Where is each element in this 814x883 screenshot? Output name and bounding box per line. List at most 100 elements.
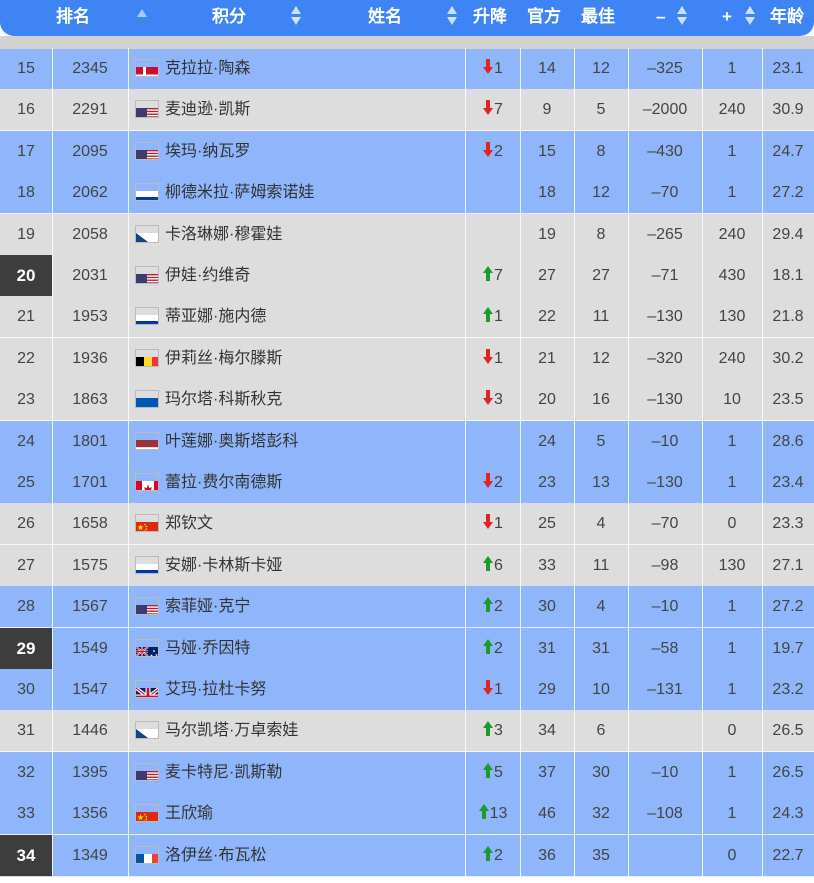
player-name[interactable]: 埃玛·纳瓦罗 <box>165 131 250 173</box>
player-name[interactable]: 麦卡特尼·凯斯勒 <box>165 752 282 794</box>
change-cell: 13 <box>466 793 520 835</box>
score-cell: 1395 <box>72 764 108 781</box>
canada-flag-icon <box>135 473 159 491</box>
name-cell[interactable]: 麦迪逊·凯斯 <box>128 89 464 131</box>
belgium-flag-icon <box>135 349 159 367</box>
player-name[interactable]: 马尔凯塔·万卓索娃 <box>165 710 298 752</box>
player-name[interactable]: 玛尔塔·科斯秋克 <box>165 379 282 421</box>
column-header-official[interactable]: 官方 <box>527 0 567 33</box>
table-row[interactable]: 20 2031 伊娃·约维奇 7 27 27 –71 430 18.1 <box>0 255 814 297</box>
table-row[interactable]: 19 2058 卡洛琳娜·穆霍娃 19 8 –265 240 29.4 <box>0 214 814 256</box>
table-row[interactable]: 17 2095 埃玛·纳瓦罗 2 15 8 –430 1 24.7 <box>0 131 814 173</box>
column-header-minus[interactable]: – <box>656 0 670 33</box>
player-name[interactable]: 蒂亚娜·施内德 <box>165 296 266 338</box>
rank-cell: 24 <box>17 433 35 450</box>
column-header-plus[interactable]: + <box>722 0 736 33</box>
player-name[interactable]: 蕾拉·费尔南德斯 <box>165 462 282 504</box>
name-cell[interactable]: 卡洛琳娜·穆霍娃 <box>128 214 464 256</box>
player-name[interactable]: 王欣瑜 <box>165 793 213 835</box>
player-name[interactable]: 克拉拉·陶森 <box>165 48 250 90</box>
table-row[interactable]: 30 1547 艾玛·拉杜卡努 1 29 10 –131 1 23.2 <box>0 669 814 711</box>
best-rank-cell: 8 <box>596 226 606 243</box>
rank-cell: 33 <box>17 805 35 822</box>
rank-cell: 28 <box>17 598 35 615</box>
player-name[interactable]: 洛伊丝·布瓦松 <box>165 835 266 877</box>
name-cell[interactable]: 伊娃·约维奇 <box>128 255 464 297</box>
change-value: 2 <box>494 598 503 615</box>
name-cell[interactable]: 王欣瑜 <box>128 793 464 835</box>
player-name[interactable]: 索菲娅·克宁 <box>165 586 250 628</box>
player-name[interactable]: 麦迪逊·凯斯 <box>165 89 250 131</box>
table-row[interactable]: 28 1567 索菲娅·克宁 2 30 4 –10 1 27.2 <box>0 586 814 628</box>
player-name[interactable]: 伊莉丝·梅尔滕斯 <box>165 338 282 380</box>
name-cell[interactable]: 蒂亚娜·施内德 <box>128 296 464 338</box>
player-name[interactable]: 马娅·乔因特 <box>165 628 250 670</box>
table-row[interactable]: 25 1701 蕾拉·费尔南德斯 2 23 13 –130 1 23.4 <box>0 462 814 504</box>
official-rank-cell: 15 <box>538 143 556 160</box>
name-cell[interactable]: 玛尔塔·科斯秋克 <box>128 379 464 421</box>
sort-icon[interactable] <box>291 6 301 28</box>
name-cell[interactable]: 索菲娅·克宁 <box>128 586 464 628</box>
table-row[interactable]: 15 2345 克拉拉·陶森 1 14 12 –325 1 23.1 <box>0 48 814 90</box>
player-name[interactable]: 卡洛琳娜·穆霍娃 <box>165 214 282 256</box>
points-plus-cell: 0 <box>727 847 737 864</box>
arrow-down-icon <box>483 349 494 365</box>
sort-icon[interactable] <box>447 6 457 28</box>
name-cell[interactable]: 蕾拉·费尔南德斯 <box>128 462 464 504</box>
column-header-best[interactable]: 最佳 <box>581 0 621 33</box>
table-row[interactable]: 16 2291 麦迪逊·凯斯 7 9 5 –2000 240 30.9 <box>0 89 814 131</box>
player-name[interactable]: 郑钦文 <box>165 503 213 545</box>
sort-icon[interactable] <box>677 6 687 28</box>
column-header-age[interactable]: 年龄 <box>770 0 814 33</box>
table-row[interactable]: 22 1936 伊莉丝·梅尔滕斯 1 21 12 –320 240 30.2 <box>0 338 814 380</box>
name-cell[interactable]: 马尔凯塔·万卓索娃 <box>128 710 464 752</box>
name-cell[interactable]: 安娜·卡林斯卡娅 <box>128 545 464 587</box>
points-minus-cell: –108 <box>647 805 683 822</box>
change-value: 7 <box>494 101 503 118</box>
player-name[interactable]: 安娜·卡林斯卡娅 <box>165 545 282 587</box>
table-row[interactable]: 21 1953 蒂亚娜·施内德 1 22 11 –130 130 21.8 <box>0 296 814 338</box>
table-row[interactable]: 31 1446 马尔凯塔·万卓索娃 3 34 6 0 26.5 <box>0 710 814 752</box>
column-header-score[interactable]: 积分 <box>212 0 256 33</box>
table-row[interactable]: 27 1575 安娜·卡林斯卡娅 6 33 11 –98 130 27.1 <box>0 545 814 587</box>
name-cell[interactable]: 洛伊丝·布瓦松 <box>128 835 464 877</box>
name-cell[interactable]: 克拉拉·陶森 <box>128 48 464 90</box>
player-name[interactable]: 艾玛·拉杜卡努 <box>165 669 266 711</box>
name-cell[interactable]: 艾玛·拉杜卡努 <box>128 669 464 711</box>
table-row[interactable]: 23 1863 玛尔塔·科斯秋克 3 20 16 –130 10 23.5 <box>0 379 814 421</box>
sort-icon[interactable] <box>745 6 755 28</box>
table-row[interactable]: 32 1395 麦卡特尼·凯斯勒 5 37 30 –10 1 26.5 <box>0 752 814 794</box>
score-cell: 1349 <box>72 847 108 864</box>
name-cell[interactable]: 麦卡特尼·凯斯勒 <box>128 752 464 794</box>
name-cell[interactable]: 埃玛·纳瓦罗 <box>128 131 464 173</box>
column-header-rank[interactable]: 排名 <box>56 0 100 33</box>
score-cell: 1953 <box>72 308 108 325</box>
player-name[interactable]: 叶莲娜·奥斯塔彭科 <box>165 421 298 463</box>
points-plus-cell: 240 <box>718 101 746 118</box>
player-name[interactable]: 伊娃·约维奇 <box>165 255 250 297</box>
official-rank-cell: 14 <box>538 60 556 77</box>
name-cell[interactable]: 郑钦文 <box>128 503 464 545</box>
column-divider <box>702 48 703 883</box>
name-cell[interactable]: 马娅·乔因特 <box>128 628 464 670</box>
name-cell[interactable]: 柳德米拉·萨姆索诺娃 <box>128 172 464 214</box>
name-cell[interactable]: 伊莉丝·梅尔滕斯 <box>128 338 464 380</box>
column-header-change[interactable]: 升降 <box>473 0 513 33</box>
column-divider <box>52 48 53 883</box>
ranking-table: 排名 积分 姓名 升降 官方 最佳 – + 年龄 15 2345 克拉拉·陶森 1 14… <box>0 0 814 883</box>
table-row[interactable]: 29 1549 马娅·乔因特 2 31 31 –58 1 19.7 <box>0 628 814 670</box>
table-row[interactable]: 33 1356 王欣瑜 13 46 32 –108 1 24.3 <box>0 793 814 835</box>
change-cell: 1 <box>466 338 520 380</box>
sort-icon[interactable] <box>137 6 147 28</box>
change-value: 2 <box>494 640 503 657</box>
age-cell: 27.2 <box>772 184 804 201</box>
table-row[interactable]: 26 1658 郑钦文 1 25 4 –70 0 23.3 <box>0 503 814 545</box>
column-header-name[interactable]: 姓名 <box>368 0 412 33</box>
points-minus-cell: –131 <box>647 681 683 698</box>
table-row[interactable]: 18 2062 柳德米拉·萨姆索诺娃 18 12 –70 1 27.2 <box>0 172 814 214</box>
name-cell[interactable]: 叶莲娜·奥斯塔彭科 <box>128 421 464 463</box>
player-name[interactable]: 柳德米拉·萨姆索诺娃 <box>165 172 314 214</box>
table-row[interactable]: 24 1801 叶莲娜·奥斯塔彭科 24 5 –10 1 28.6 <box>0 421 814 463</box>
best-rank-cell: 5 <box>596 101 606 118</box>
table-row[interactable]: 34 1349 洛伊丝·布瓦松 2 36 35 0 22.7 <box>0 835 814 877</box>
